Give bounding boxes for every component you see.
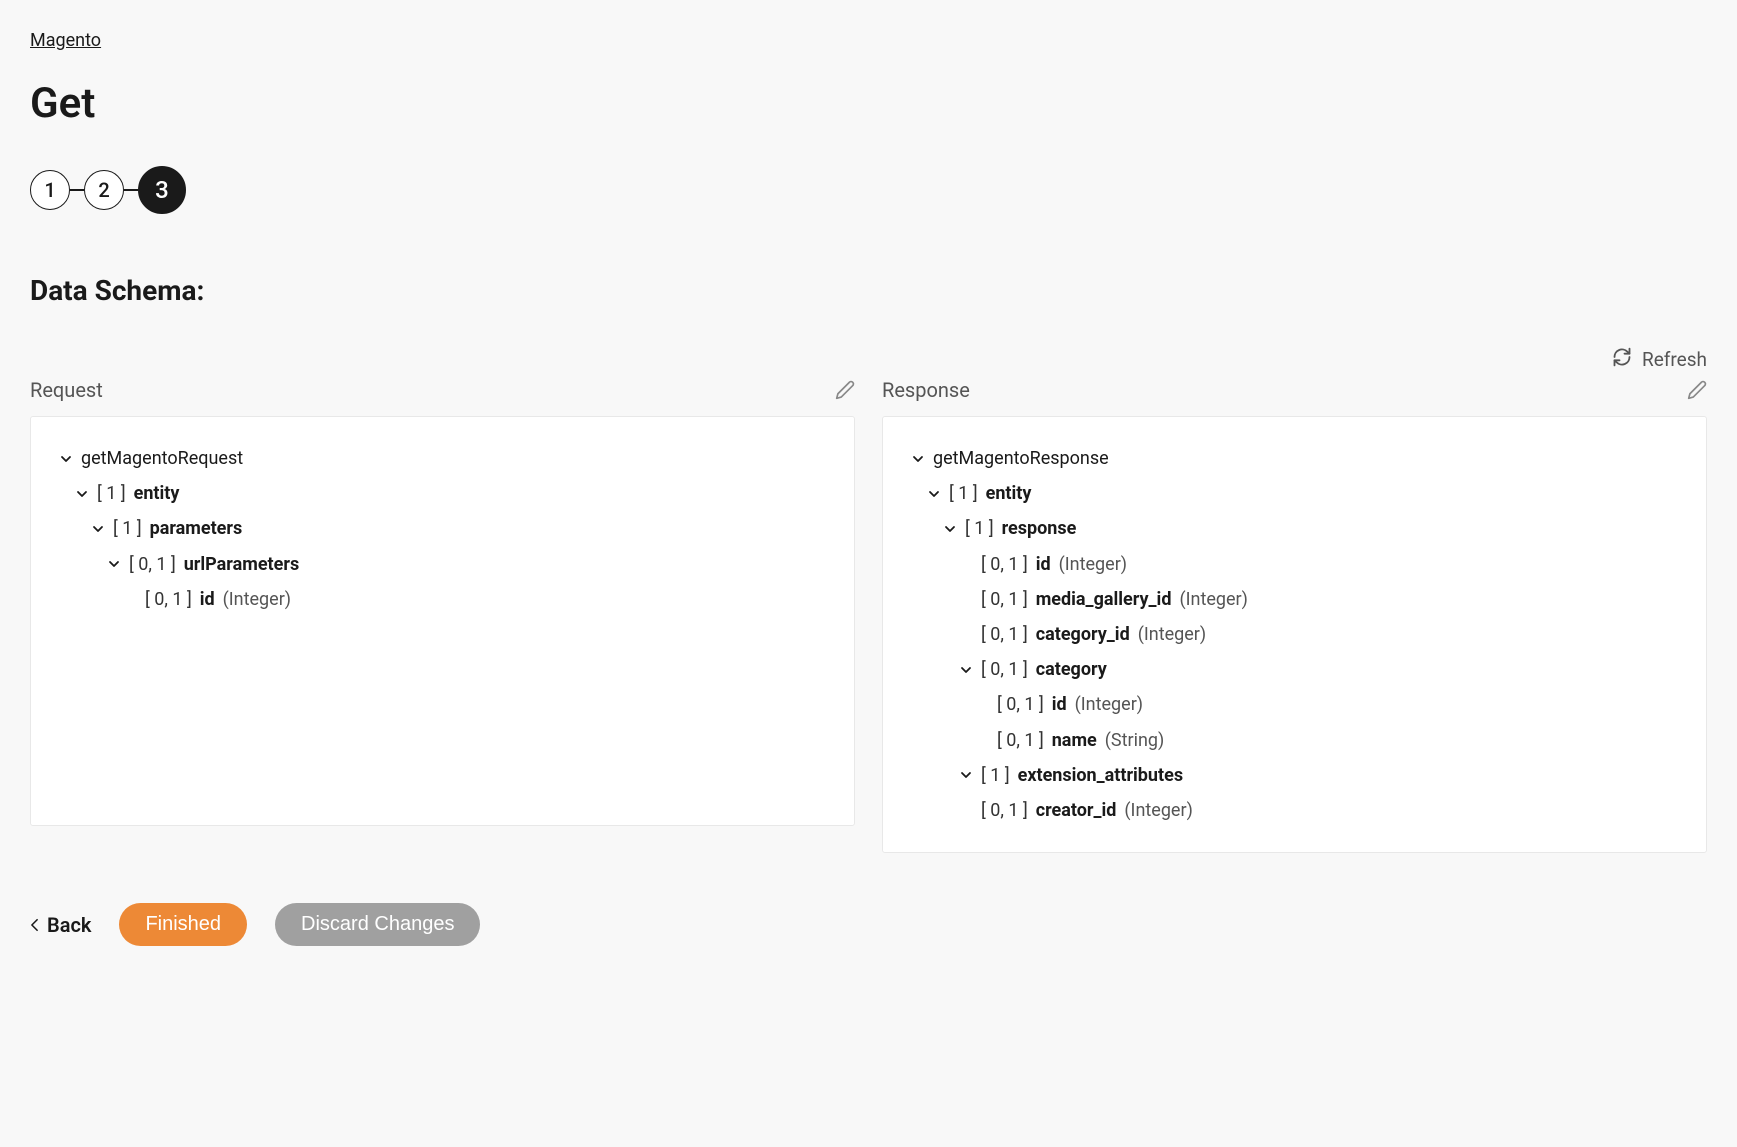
tree-node-name: name <box>1052 728 1097 753</box>
step-3[interactable]: 3 <box>138 166 186 214</box>
tree-node[interactable]: [ 1 ] entity <box>59 476 826 511</box>
breadcrumb: Magento <box>30 30 1707 51</box>
tree-node-name: category_id <box>1036 622 1130 647</box>
discard-changes-button[interactable]: Discard Changes <box>275 903 480 946</box>
chevron-down-icon[interactable] <box>943 523 957 535</box>
tree-node-name: response <box>1002 516 1077 541</box>
tree-node-type: (String) <box>1105 728 1165 753</box>
step-connector <box>124 189 138 191</box>
tree-node-cardinality: [ 0, 1 ] <box>981 587 1028 612</box>
tree-node-cardinality: [ 0, 1 ] <box>981 622 1028 647</box>
section-title-data-schema: Data Schema: <box>30 274 1707 307</box>
tree-node-cardinality: [ 0, 1 ] <box>981 657 1028 682</box>
tree-node-name: media_gallery_id <box>1036 587 1172 612</box>
tree-node-name: id <box>200 587 215 612</box>
tree-node[interactable]: [ 0, 1 ] urlParameters <box>59 547 826 582</box>
tree-node-name: entity <box>986 481 1032 506</box>
tree-node[interactable]: [ 0, 1 ] creator_id (Integer) <box>911 793 1678 828</box>
tree-node-cardinality: [ 0, 1 ] <box>145 587 192 612</box>
tree-node[interactable]: [ 0, 1 ] media_gallery_id (Integer) <box>911 582 1678 617</box>
response-label: Response <box>882 378 970 402</box>
tree-node-type: (Integer) <box>1124 798 1192 823</box>
chevron-down-icon[interactable] <box>927 488 941 500</box>
tree-node-cardinality: [ 0, 1 ] <box>129 552 176 577</box>
chevron-down-icon[interactable] <box>91 523 105 535</box>
chevron-down-icon[interactable] <box>107 558 121 570</box>
tree-node-name: category <box>1036 657 1107 682</box>
tree-node-type: (Integer) <box>1138 622 1206 647</box>
tree-node-type: (Integer) <box>1179 587 1247 612</box>
back-label: Back <box>47 913 91 937</box>
request-column: Request getMagentoRequest[ 1 ]entity[ 1 … <box>30 376 855 853</box>
tree-node-name: id <box>1036 552 1051 577</box>
tree-node-type: (Integer) <box>223 587 291 612</box>
tree-node[interactable]: [ 0, 1 ] id (Integer) <box>911 687 1678 722</box>
chevron-down-icon[interactable] <box>911 453 925 465</box>
breadcrumb-link-magento[interactable]: Magento <box>30 30 101 51</box>
step-2[interactable]: 2 <box>84 170 124 210</box>
tree-node-cardinality: [ 1 ] <box>981 763 1010 788</box>
refresh-icon <box>1612 347 1632 372</box>
tree-node-cardinality: [ 0, 1 ] <box>997 728 1044 753</box>
response-tree-panel: getMagentoResponse [ 1 ] entity [ 1 ] respon… <box>882 416 1707 853</box>
tree-node-cardinality: [ 1 ] <box>97 481 126 506</box>
tree-node[interactable]: getMagentoResponse <box>911 441 1678 476</box>
finished-button[interactable]: Finished <box>119 903 247 946</box>
footer-actions: Back Finished Discard Changes <box>30 903 1707 946</box>
tree-node-name: getMagentoRequest <box>81 446 243 471</box>
response-column: Response getMagentoResponse[ 1 ]entity[ … <box>882 376 1707 853</box>
chevron-down-icon[interactable] <box>75 488 89 500</box>
chevron-down-icon[interactable] <box>59 453 73 465</box>
tree-node[interactable]: [ 0, 1 ] category_id (Integer) <box>911 617 1678 652</box>
tree-node-cardinality: [ 1 ] <box>965 516 994 541</box>
tree-node[interactable]: [ 0, 1 ] id (Integer) <box>911 547 1678 582</box>
step-connector <box>70 189 84 191</box>
tree-node-cardinality: [ 0, 1 ] <box>981 798 1028 823</box>
tree-node[interactable]: [ 0, 1 ] id (Integer) <box>59 582 826 617</box>
schema-panels: Request getMagentoRequest[ 1 ]entity[ 1 … <box>30 376 1707 853</box>
refresh-button[interactable]: Refresh <box>30 347 1707 372</box>
tree-node-cardinality: [ 1 ] <box>113 516 142 541</box>
tree-node-name: getMagentoResponse <box>933 446 1109 471</box>
tree-node-name: entity <box>134 481 180 506</box>
request-tree-panel: getMagentoRequest [ 1 ] entity [ 1 ] paramet… <box>30 416 855 826</box>
page-title: Get <box>30 79 1707 128</box>
tree-node[interactable]: [ 1 ] entity <box>911 476 1678 511</box>
back-button[interactable]: Back <box>30 913 91 937</box>
tree-node-type: (Integer) <box>1075 692 1143 717</box>
tree-node-name: creator_id <box>1036 798 1117 823</box>
pencil-icon[interactable] <box>835 380 855 400</box>
tree-node-name: urlParameters <box>184 552 299 577</box>
response-header: Response <box>882 376 1707 404</box>
step-1[interactable]: 1 <box>30 170 70 210</box>
tree-node[interactable]: [ 1 ] extension_attributes <box>911 758 1678 793</box>
tree-node-name: extension_attributes <box>1018 763 1183 788</box>
tree-node[interactable]: getMagentoRequest <box>59 441 826 476</box>
chevron-left-icon <box>30 913 39 937</box>
tree-node[interactable]: [ 1 ] response <box>911 511 1678 546</box>
tree-node-cardinality: [ 0, 1 ] <box>981 552 1028 577</box>
request-header: Request <box>30 376 855 404</box>
tree-node-name: id <box>1052 692 1067 717</box>
tree-node-name: parameters <box>150 516 243 541</box>
chevron-down-icon[interactable] <box>959 769 973 781</box>
tree-node[interactable]: [ 0, 1 ] category <box>911 652 1678 687</box>
wizard-stepper: 1 2 3 <box>30 166 1707 214</box>
request-label: Request <box>30 378 103 402</box>
tree-node-cardinality: [ 0, 1 ] <box>997 692 1044 717</box>
chevron-down-icon[interactable] <box>959 664 973 676</box>
tree-node-cardinality: [ 1 ] <box>949 481 978 506</box>
pencil-icon[interactable] <box>1687 380 1707 400</box>
refresh-label: Refresh <box>1642 348 1707 371</box>
tree-node[interactable]: [ 1 ] parameters <box>59 511 826 546</box>
tree-node-type: (Integer) <box>1059 552 1127 577</box>
tree-node[interactable]: [ 0, 1 ] name (String) <box>911 723 1678 758</box>
